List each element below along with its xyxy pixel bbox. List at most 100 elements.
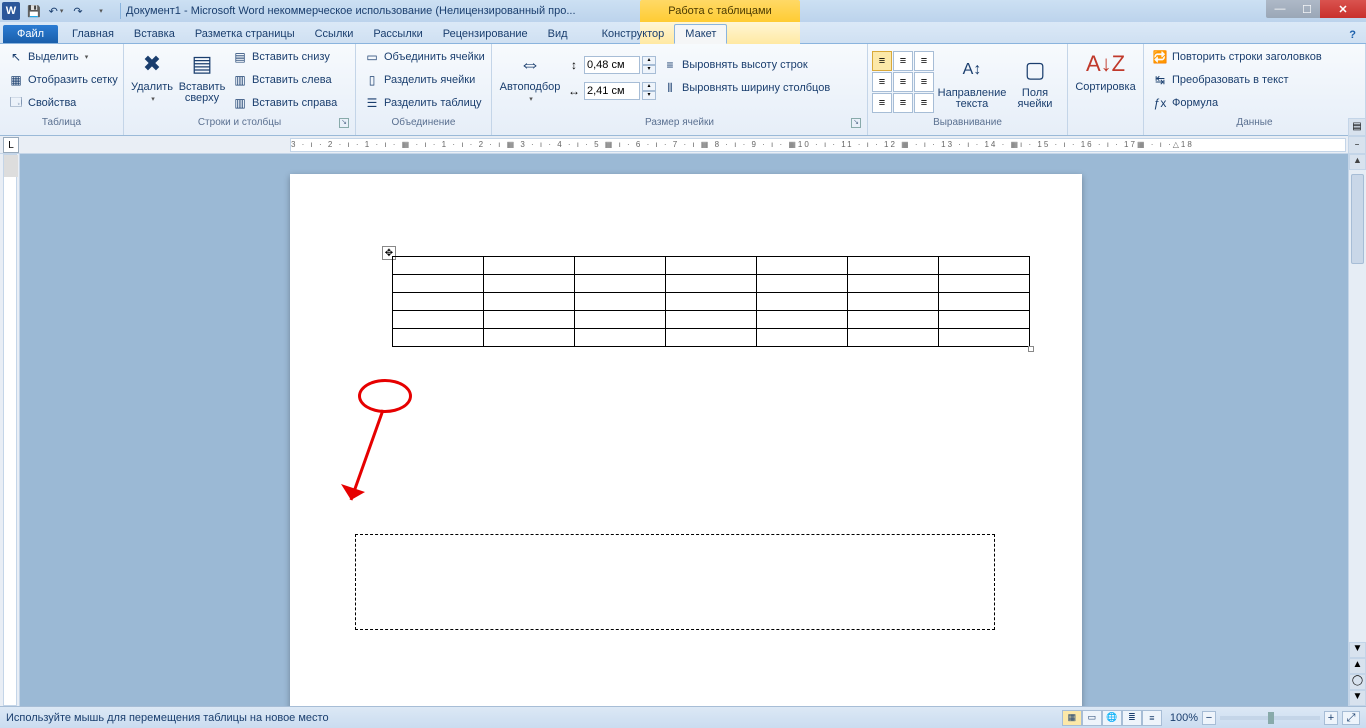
dialog-launcher-icon[interactable]: ↘: [851, 118, 861, 128]
split-cells-button[interactable]: ▯Разделить ячейки: [360, 69, 489, 91]
tab-home[interactable]: Главная: [62, 25, 124, 43]
split-table-icon: ☰: [364, 95, 380, 111]
col-width-icon: ↔: [566, 83, 582, 99]
delete-button[interactable]: ✖ Удалить▾: [128, 46, 176, 107]
insert-left-button[interactable]: ▥Вставить слева: [228, 69, 341, 91]
insert-below-button[interactable]: ▤Вставить снизу: [228, 46, 341, 68]
insert-right-button[interactable]: ▥Вставить справа: [228, 92, 341, 114]
close-button[interactable]: ✕: [1320, 0, 1366, 18]
tab-insert[interactable]: Вставка: [124, 25, 185, 43]
convert-icon: ↹: [1152, 72, 1168, 88]
group-data: 🔁Повторить строки заголовков ↹Преобразов…: [1144, 44, 1366, 135]
maximize-button[interactable]: ☐: [1294, 0, 1320, 18]
align-mid-left[interactable]: ≡: [872, 72, 892, 92]
group-label-merge: Объединение: [360, 117, 487, 133]
align-top-left[interactable]: ≡: [872, 51, 892, 71]
align-bot-center[interactable]: ≡: [893, 93, 913, 113]
col-width-spinner[interactable]: ▴▾: [642, 82, 656, 100]
quick-access-toolbar: 💾 ↶▾ ↷ ▾: [24, 2, 110, 20]
cell-margins-button[interactable]: ▢ Поля ячейки: [1010, 52, 1060, 112]
redo-icon[interactable]: ↷: [68, 2, 88, 20]
sort-button[interactable]: A↓Z Сортировка: [1072, 46, 1139, 95]
align-mid-right[interactable]: ≡: [914, 72, 934, 92]
tab-file[interactable]: Файл: [3, 25, 58, 43]
tab-layout[interactable]: Макет: [674, 24, 727, 44]
tab-design[interactable]: Конструктор: [592, 25, 675, 43]
align-bot-left[interactable]: ≡: [872, 93, 892, 113]
formula-button[interactable]: ƒxФормула: [1148, 92, 1326, 114]
view-draft[interactable]: ≡: [1142, 710, 1162, 726]
repeat-header-icon: 🔁: [1152, 49, 1168, 65]
tab-page-layout[interactable]: Разметка страницы: [185, 25, 305, 43]
group-label-table: Таблица: [4, 117, 119, 133]
row-height-input[interactable]: [584, 56, 640, 74]
scroll-thumb[interactable]: [1351, 174, 1364, 264]
convert-to-text-button[interactable]: ↹Преобразовать в текст: [1148, 69, 1326, 91]
contextual-tab-title: Работа с таблицами: [640, 0, 800, 22]
align-bot-right[interactable]: ≡: [914, 93, 934, 113]
ruler-toggle-icon[interactable]: ▤: [1348, 118, 1366, 136]
word-app-icon: W: [2, 2, 20, 20]
qat-customize-icon[interactable]: ▾: [90, 2, 110, 20]
zoom-slider[interactable]: [1220, 716, 1320, 720]
view-web-layout[interactable]: 🌐: [1102, 710, 1122, 726]
autofit-button[interactable]: ⇔ Автоподбор▾: [496, 46, 564, 107]
undo-icon[interactable]: ↶▾: [46, 2, 66, 20]
scroll-up-button[interactable]: ▲: [1349, 154, 1366, 170]
dist-rows-icon: ≡: [662, 57, 678, 73]
document-table[interactable]: [392, 256, 1030, 347]
scroll-down-button[interactable]: ▼: [1349, 642, 1366, 658]
zoom-value[interactable]: 100%: [1170, 712, 1198, 724]
document-page[interactable]: ✥: [290, 174, 1082, 714]
insert-below-icon: ▤: [232, 49, 248, 65]
text-direction-button[interactable]: A↕ Направление текста: [936, 52, 1008, 112]
vertical-scrollbar[interactable]: ▤ − ▲ ▼ ▲ ◯ ▼: [1348, 154, 1366, 706]
distribute-cols-button[interactable]: ⫴Выровнять ширину столбцов: [658, 77, 834, 99]
properties-button[interactable]: 🗔Свойства: [4, 92, 122, 114]
zoom-fit-button[interactable]: ⤢: [1342, 711, 1360, 725]
save-icon[interactable]: 💾: [24, 2, 44, 20]
align-top-right[interactable]: ≡: [914, 51, 934, 71]
table-resize-handle[interactable]: [1028, 346, 1034, 352]
zoom-controls: 100% − + ⤢: [1170, 711, 1360, 725]
group-sort: A↓Z Сортировка: [1068, 44, 1144, 135]
insert-above-button[interactable]: ▤ Вставить сверху: [178, 46, 226, 106]
group-rows-columns: ✖ Удалить▾ ▤ Вставить сверху ▤Вставить с…: [124, 44, 356, 135]
ruler-bar: L 3 · ı · 2 · ı · 1 · ı · ▦ · ı · 1 · ı …: [0, 136, 1366, 154]
col-width-input[interactable]: [584, 82, 640, 100]
split-handle[interactable]: −: [1348, 136, 1366, 154]
repeat-header-button[interactable]: 🔁Повторить строки заголовков: [1148, 46, 1326, 68]
text-direction-icon: A↕: [956, 54, 988, 86]
ribbon-tabs: Файл Главная Вставка Разметка страницы С…: [0, 22, 1366, 44]
view-outline[interactable]: ≣: [1122, 710, 1142, 726]
minimize-button[interactable]: —: [1266, 0, 1294, 18]
browse-object-button[interactable]: ◯: [1349, 674, 1366, 690]
help-icon[interactable]: ?: [1345, 27, 1360, 43]
zoom-out-button[interactable]: −: [1202, 711, 1216, 725]
next-page-button[interactable]: ▼: [1349, 690, 1366, 706]
insert-above-icon: ▤: [186, 48, 218, 80]
autofit-icon: ⇔: [514, 48, 546, 80]
tab-stop-selector[interactable]: L: [3, 137, 19, 153]
align-top-center[interactable]: ≡: [893, 51, 913, 71]
vertical-ruler[interactable]: [3, 154, 17, 706]
zoom-in-button[interactable]: +: [1324, 711, 1338, 725]
tab-view[interactable]: Вид: [538, 25, 578, 43]
merge-cells-button[interactable]: ▭Объединить ячейки: [360, 46, 489, 68]
select-button[interactable]: ↖Выделить▾: [4, 46, 122, 68]
group-table: ↖Выделить▾ ▦Отобразить сетку 🗔Свойства Т…: [0, 44, 124, 135]
distribute-rows-button[interactable]: ≡Выровнять высоту строк: [658, 54, 834, 76]
view-print-layout[interactable]: ▦: [1062, 710, 1082, 726]
annotation-arrow-icon: [335, 404, 395, 524]
view-gridlines-button[interactable]: ▦Отобразить сетку: [4, 69, 122, 91]
tab-review[interactable]: Рецензирование: [433, 25, 538, 43]
align-mid-center[interactable]: ≡: [893, 72, 913, 92]
horizontal-ruler[interactable]: 3 · ı · 2 · ı · 1 · ı · ▦ · ı · 1 · ı · …: [290, 138, 1346, 152]
view-full-screen[interactable]: ▭: [1082, 710, 1102, 726]
prev-page-button[interactable]: ▲: [1349, 658, 1366, 674]
tab-references[interactable]: Ссылки: [305, 25, 364, 43]
row-height-spinner[interactable]: ▴▾: [642, 56, 656, 74]
tab-mailings[interactable]: Рассылки: [363, 25, 432, 43]
dialog-launcher-icon[interactable]: ↘: [339, 118, 349, 128]
split-table-button[interactable]: ☰Разделить таблицу: [360, 92, 489, 114]
